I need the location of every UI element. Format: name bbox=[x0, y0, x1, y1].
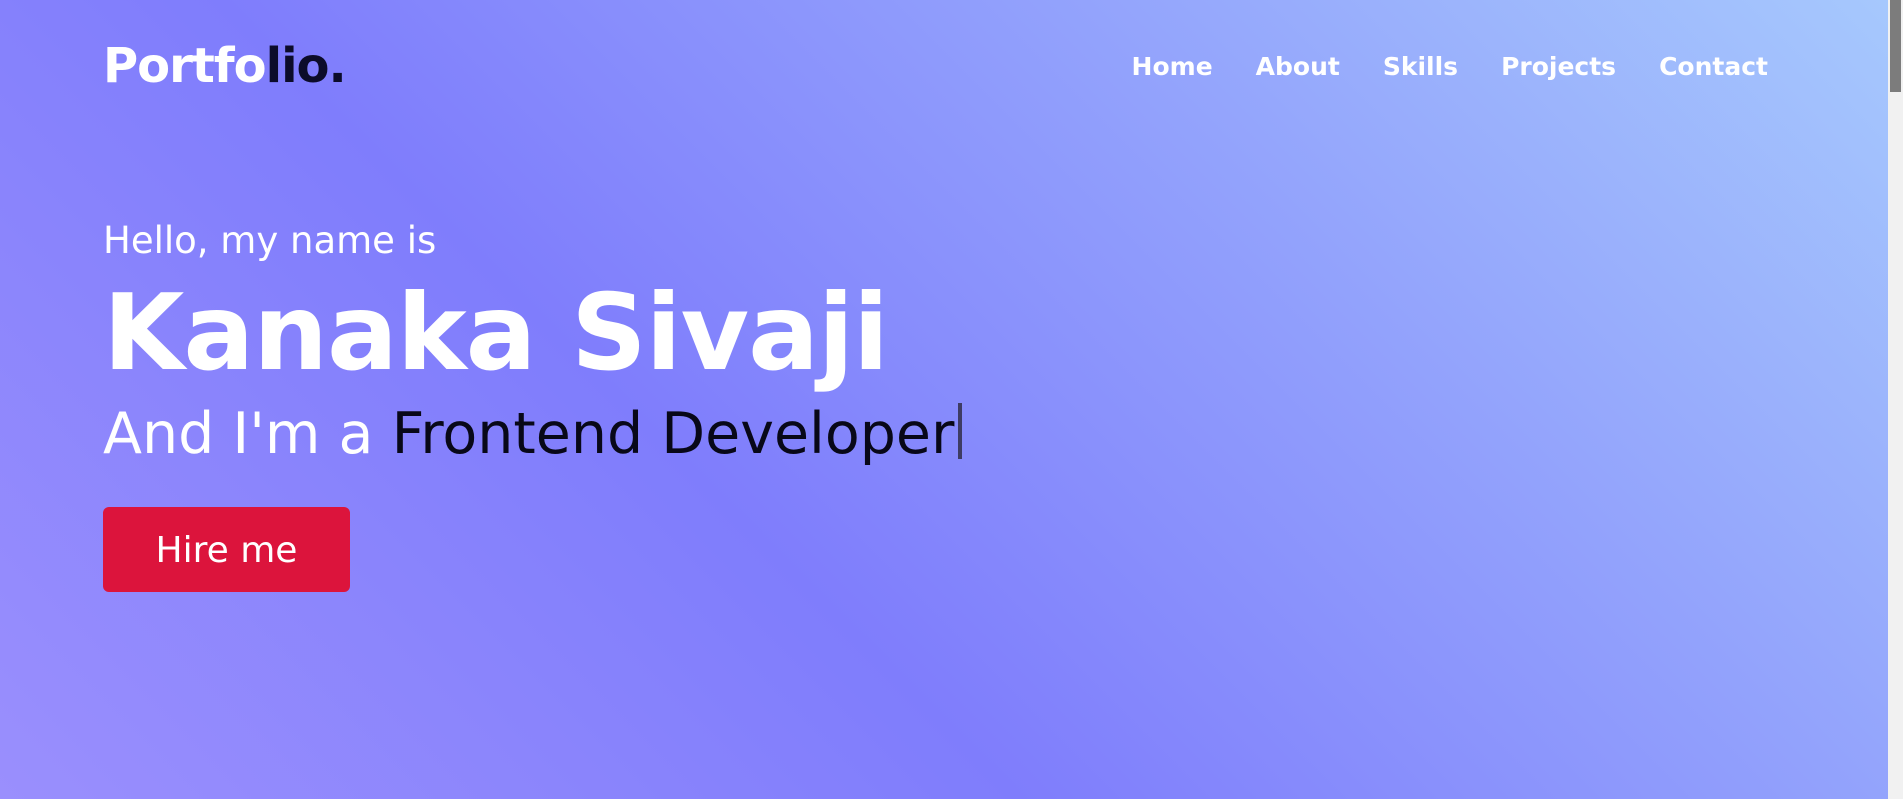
scrollbar-thumb[interactable] bbox=[1890, 0, 1901, 92]
page: Portfolio. Home About Skills Projects Co… bbox=[0, 0, 1888, 799]
browser-viewport: Portfolio. Home About Skills Projects Co… bbox=[0, 0, 1903, 799]
hero-role-typed: Frontend Developer bbox=[391, 401, 955, 467]
hero-role-prefix: And I'm a bbox=[103, 401, 374, 467]
hero-greeting: Hello, my name is bbox=[103, 219, 437, 262]
nav-item-about[interactable]: About bbox=[1256, 50, 1340, 84]
nav-item-contact[interactable]: Contact bbox=[1659, 50, 1768, 84]
logo-text-dark: lio. bbox=[265, 38, 347, 94]
nav-item-skills[interactable]: Skills bbox=[1383, 50, 1458, 84]
hero-role-line: And I'm a Frontend Developer bbox=[103, 394, 1303, 474]
page-scrollbar[interactable] bbox=[1888, 0, 1903, 799]
hire-me-button[interactable]: Hire me bbox=[103, 507, 350, 592]
hero-section: Hello, my name is Kanaka Sivaji And I'm … bbox=[103, 216, 1303, 474]
nav-item-projects[interactable]: Projects bbox=[1501, 50, 1616, 84]
typing-cursor bbox=[958, 403, 963, 459]
navbar: Portfolio. Home About Skills Projects Co… bbox=[0, 0, 1888, 134]
logo[interactable]: Portfolio. bbox=[103, 34, 347, 98]
nav-item-home[interactable]: Home bbox=[1132, 50, 1213, 84]
logo-text-light: Portfo bbox=[103, 38, 267, 94]
hero-name: Kanaka Sivaji bbox=[103, 272, 889, 394]
nav-menu: Home About Skills Projects Contact bbox=[1132, 50, 1768, 84]
